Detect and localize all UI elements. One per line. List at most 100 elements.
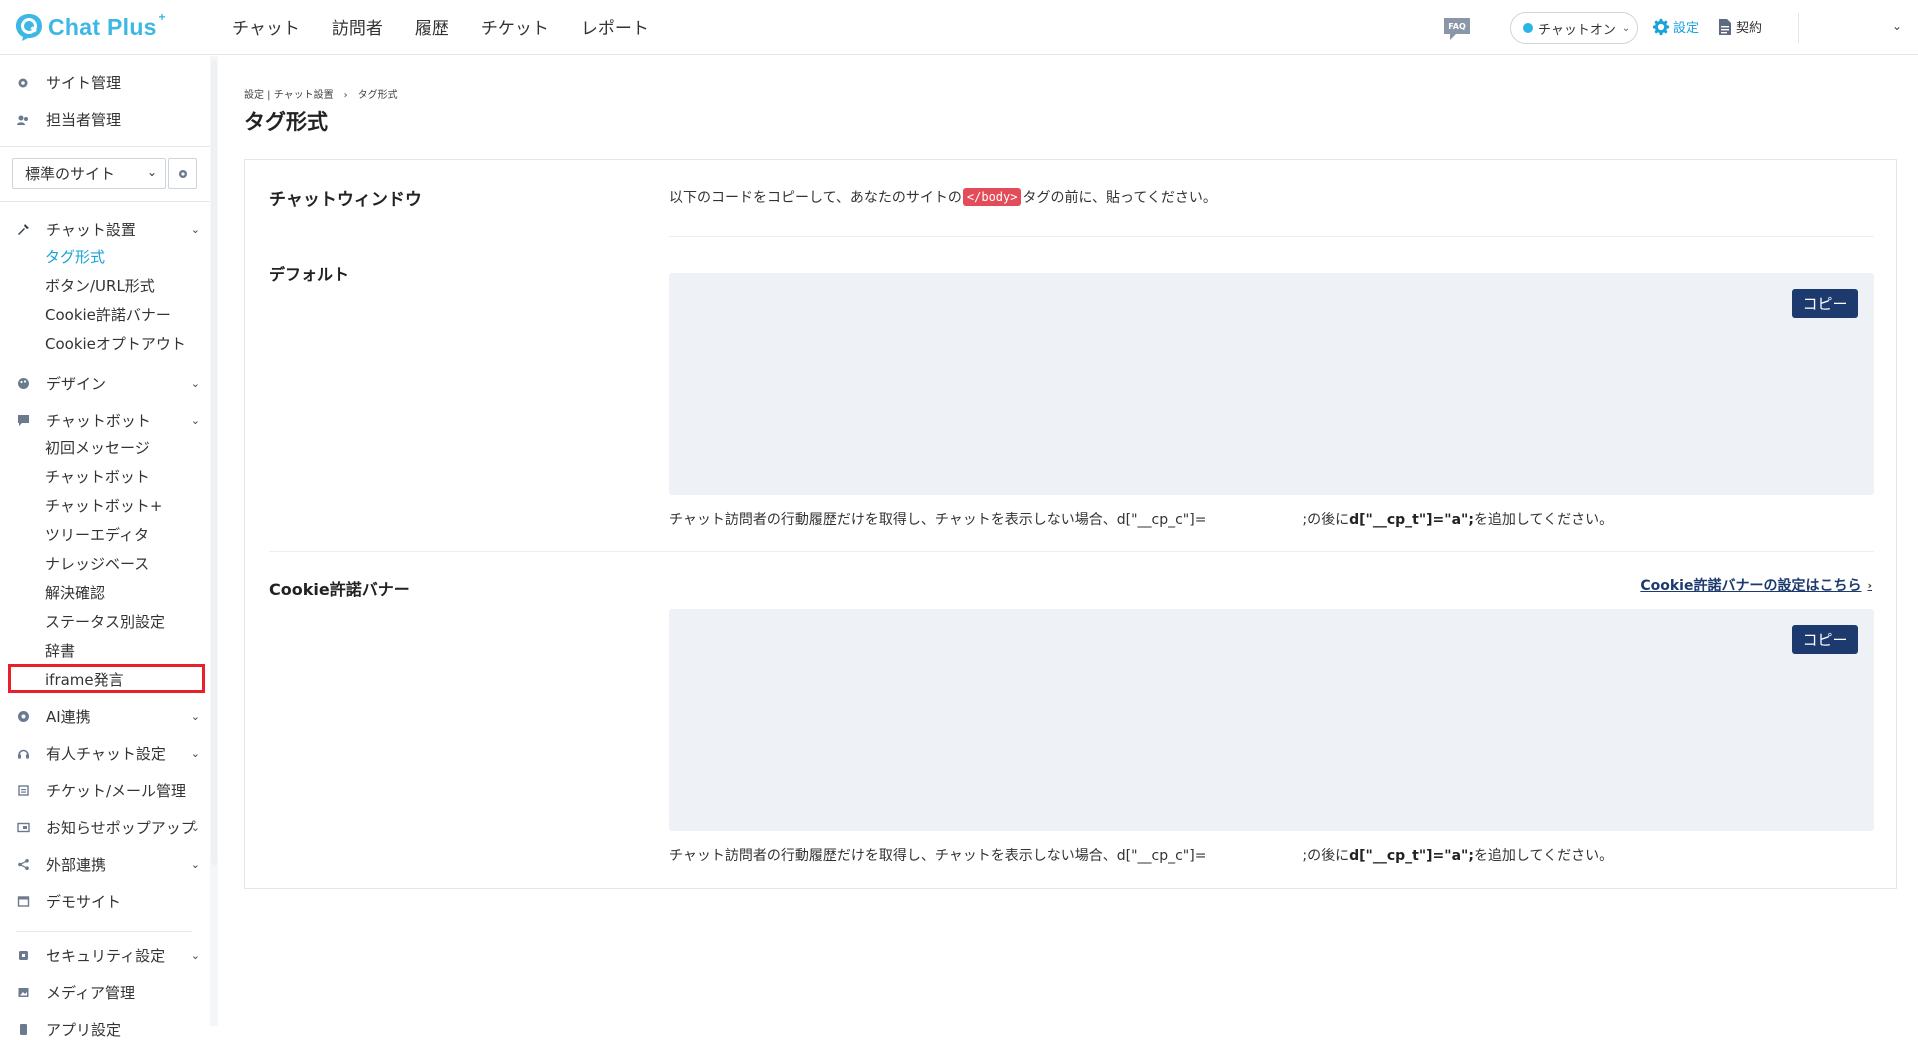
section-label: AI連携 xyxy=(46,707,91,726)
sidebar-divider xyxy=(16,931,192,932)
note-text: ;の後に xyxy=(1302,512,1350,528)
chat-window-label: チャットウィンドウ xyxy=(269,190,422,210)
chevron-down-icon: ⌄ xyxy=(190,222,200,236)
sidebar-item-cookie-optout[interactable]: Cookieオプトアウト xyxy=(45,333,186,354)
note-text: ;の後に xyxy=(1302,848,1350,864)
gear-icon xyxy=(1652,18,1670,35)
svg-text:FAQ: FAQ xyxy=(1448,22,1466,31)
chevron-down-icon: ⌄ xyxy=(1621,22,1631,34)
sidebar-scrollbar[interactable] xyxy=(210,56,218,1026)
nav-tickets[interactable]: チケット xyxy=(481,14,549,39)
nav-history[interactable]: 履歴 xyxy=(415,14,449,39)
copy-button[interactable]: コピー xyxy=(1792,289,1858,318)
sidebar-item-button-url[interactable]: ボタン/URL形式 xyxy=(45,275,155,296)
copy-button[interactable]: コピー xyxy=(1792,625,1858,654)
site-select[interactable]: 標準のサイト ⌄ xyxy=(12,158,166,189)
site-settings-button[interactable] xyxy=(168,158,197,189)
sidebar-section-chat-settings[interactable]: チャット設置 ⌄ xyxy=(16,219,200,239)
contract-link[interactable]: 契約 xyxy=(1717,17,1762,36)
section-label: チャットボット xyxy=(46,411,151,430)
chevron-down-icon: ⌄ xyxy=(190,709,200,723)
note-code: d["__cp_t"]="a"; xyxy=(1349,512,1474,528)
share-icon xyxy=(16,857,30,871)
default-note: チャット訪問者の行動履歴だけを取得し、チャットを表示しない場合、d["__cp_… xyxy=(669,509,1613,529)
sidebar-item-staff-manage[interactable]: 担当者管理 xyxy=(16,109,121,130)
instruction-text: 以下のコードをコピーして、あなたのサイトの xyxy=(669,190,962,206)
global-nav: チャット 訪問者 履歴 チケット レポート xyxy=(232,14,681,39)
sidebar: サイト管理 担当者管理 標準のサイト ⌄ チャット設置 ⌄ タグ形式 ボタン/U… xyxy=(0,56,210,1039)
sidebar-item-knowledge-base[interactable]: ナレッジベース xyxy=(45,553,149,574)
popup-icon xyxy=(16,820,30,834)
section-label: デザイン xyxy=(46,374,107,393)
sidebar-section-security[interactable]: セキュリティ設定 ⌄ xyxy=(16,945,200,965)
contract-label: 契約 xyxy=(1736,21,1763,36)
sidebar-section-chatbot[interactable]: チャットボット ⌄ xyxy=(16,410,200,430)
list-icon xyxy=(16,783,30,797)
note-text: を追加してください。 xyxy=(1473,848,1614,864)
browser-icon xyxy=(16,894,30,908)
sidebar-item-status-settings[interactable]: ステータス別設定 xyxy=(45,611,165,632)
nav-visitors[interactable]: 訪問者 xyxy=(332,14,383,39)
section-label: 外部連携 xyxy=(46,855,107,874)
sidebar-divider xyxy=(0,201,210,202)
scrollbar-thumb[interactable] xyxy=(211,60,217,865)
sidebar-item-chatbot-plus[interactable]: チャットボット+ xyxy=(45,495,162,516)
sidebar-section-demo[interactable]: デモサイト xyxy=(16,891,200,911)
account-menu-chevron-icon[interactable]: ⌄ xyxy=(1892,19,1902,33)
sidebar-section-popup[interactable]: お知らせポップアップ ⌄ xyxy=(16,817,200,837)
sidebar-section-app[interactable]: アプリ設定 xyxy=(16,1019,200,1039)
sidebar-item-resolution-check[interactable]: 解決確認 xyxy=(45,582,105,603)
headset-icon xyxy=(16,746,30,760)
sidebar-divider xyxy=(0,146,210,147)
chevron-down-icon: ⌄ xyxy=(190,376,200,390)
sidebar-item-site-manage[interactable]: サイト管理 xyxy=(16,72,121,93)
link-text: Cookie許諾バナーの設定はこちら xyxy=(1640,578,1862,594)
section-label: メディア管理 xyxy=(46,983,135,1002)
settings-link[interactable]: 設定 xyxy=(1652,17,1699,36)
status-dot-icon xyxy=(1523,23,1533,33)
cookie-banner-settings-link[interactable]: Cookie許諾バナーの設定はこちら › xyxy=(1640,575,1872,595)
sidebar-item-dictionary[interactable]: 辞書 xyxy=(45,640,75,661)
sidebar-section-ai[interactable]: AI連携 ⌄ xyxy=(16,706,200,726)
sidebar-section-external[interactable]: 外部連携 ⌄ xyxy=(16,854,200,874)
sidebar-section-human-chat[interactable]: 有人チャット設定 ⌄ xyxy=(16,743,200,763)
sidebar-item-tag-format[interactable]: タグ形式 xyxy=(45,246,105,267)
sidebar-item-cookie-banner[interactable]: Cookie許諾バナー xyxy=(45,304,171,325)
section-label: アプリ設定 xyxy=(46,1020,122,1039)
default-code-area[interactable]: コピー xyxy=(669,273,1874,495)
sidebar-item-first-message[interactable]: 初回メッセージ xyxy=(45,437,150,458)
default-label: デフォルト xyxy=(269,265,350,284)
section-label: 有人チャット設定 xyxy=(46,744,166,763)
sidebar-section-ticket[interactable]: チケット/メール管理 xyxy=(16,780,200,800)
page-title: タグ形式 xyxy=(244,110,328,134)
nav-reports[interactable]: レポート xyxy=(581,14,649,39)
settings-label: 設定 xyxy=(1673,21,1700,36)
header-divider xyxy=(1798,13,1799,43)
image-icon xyxy=(16,985,30,999)
faq-icon[interactable]: FAQ xyxy=(1442,16,1472,42)
sidebar-item-tree-editor[interactable]: ツリーエディタ xyxy=(45,524,149,545)
highlight-status-settings xyxy=(8,664,205,693)
ai-icon xyxy=(16,709,30,723)
gear-icon xyxy=(178,169,187,178)
sidebar-section-design[interactable]: デザイン ⌄ xyxy=(16,373,200,393)
cookie-code-area[interactable]: コピー xyxy=(669,609,1874,831)
app-icon xyxy=(16,1022,30,1036)
section-label: デモサイト xyxy=(46,892,122,911)
section-label: チャット設置 xyxy=(46,220,136,239)
sidebar-section-media[interactable]: メディア管理 xyxy=(16,982,200,1002)
document-icon xyxy=(1719,18,1731,35)
chat-bubble-logo-icon xyxy=(14,12,44,42)
chatplus-logo[interactable]: Chat Plus + xyxy=(14,9,166,44)
instruction-text: タグの前に、貼ってください。 xyxy=(1022,190,1217,206)
chat-status-toggle[interactable]: チャットオン ⌄ xyxy=(1510,12,1638,44)
site-select-value: 標準のサイト xyxy=(25,165,116,183)
users-icon xyxy=(16,113,30,127)
status-label: チャットオン xyxy=(1538,22,1616,38)
note-text: を追加してください。 xyxy=(1473,512,1614,528)
chevron-down-icon: ⌄ xyxy=(190,820,200,834)
palette-icon xyxy=(16,376,30,390)
sidebar-item-chatbot[interactable]: チャットボット xyxy=(45,466,150,487)
nav-chat[interactable]: チャット xyxy=(232,14,300,39)
logo-text: Chat Plus + xyxy=(48,9,166,40)
